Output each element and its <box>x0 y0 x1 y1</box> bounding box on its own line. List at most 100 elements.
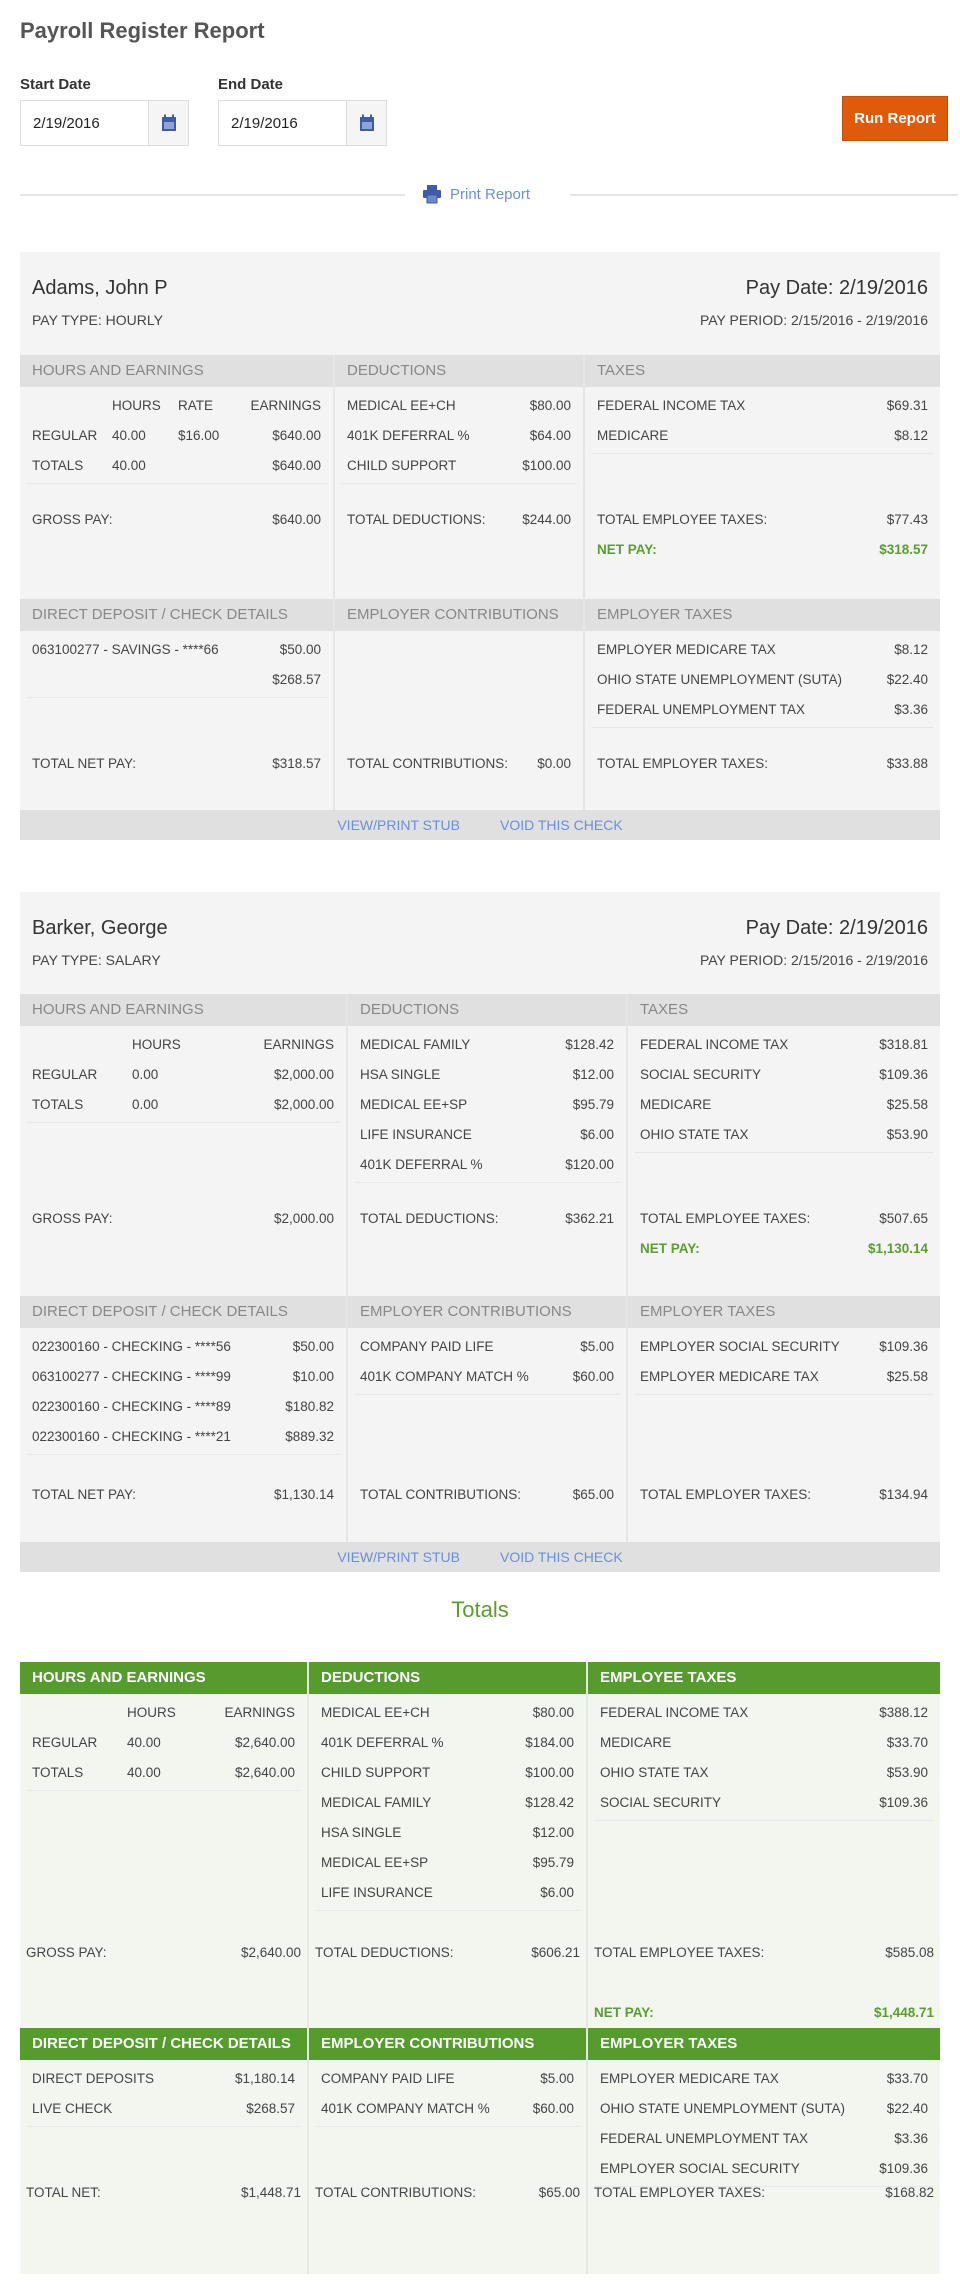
deductions-column: DEDUCTIONS MEDICAL FAMILY $128.42 HSA SING… <box>346 994 626 1296</box>
divider <box>20 194 405 196</box>
item-label: MEDICAL EE+SP <box>360 1097 468 1112</box>
section-header: TAXES <box>585 355 940 387</box>
section-header: DIRECT DEPOSIT / CHECK DETAILS <box>20 1296 346 1328</box>
item-label: 063100277 - SAVINGS - ****66 <box>32 642 219 657</box>
hours-cell: 40.00 <box>112 458 146 473</box>
list-item: FEDERAL INCOME TAX $318.81 <box>634 1030 934 1060</box>
section-header: DIRECT DEPOSIT / CHECK DETAILS <box>20 599 333 631</box>
total-deductions-row: TOTAL DEDUCTIONS: $362.21 <box>360 1211 614 1226</box>
hours-cell: $640.00 <box>272 428 321 443</box>
list-item: LIVE CHECK $268.57 <box>26 2094 301 2124</box>
hours-cell: 0.00 <box>132 1097 159 1112</box>
list-item: 401K COMPANY MATCH % $60.00 <box>354 1362 620 1392</box>
pay-type: PAY TYPE: HOURLY <box>32 312 163 328</box>
hours-cell: TOTALS <box>32 1097 84 1112</box>
section-header: DEDUCTIONS <box>309 1662 586 1694</box>
section-header: DIRECT DEPOSIT / CHECK DETAILS <box>20 2028 307 2060</box>
col-header: HOURS <box>127 1705 176 1720</box>
item-value: $6.00 <box>540 1885 574 1900</box>
total-contributions-row: TOTAL CONTRIBUTIONS: $65.00 <box>360 1487 614 1502</box>
item-label: OHIO STATE UNEMPLOYMENT (SUTA) <box>597 672 843 687</box>
item-value: $128.42 <box>525 1795 574 1810</box>
item-label: MEDICARE <box>600 1735 672 1750</box>
section-header: EMPLOYER CONTRIBUTIONS <box>335 599 583 631</box>
item-label: 022300160 - CHECKING - ****89 <box>32 1399 231 1414</box>
item-label: OHIO STATE TAX <box>600 1765 709 1780</box>
item-label: 401K COMPANY MATCH % <box>321 2101 490 2116</box>
item-value: $180.82 <box>285 1399 334 1414</box>
total-employee-taxes-row: TOTAL EMPLOYEE TAXES: $585.08 <box>594 1945 934 1960</box>
start-date-input[interactable] <box>21 101 148 145</box>
deposits-list: DIRECT DEPOSITS $1,180.14 LIVE CHECK $268.5… <box>26 2060 301 2127</box>
deposits-list: 022300160 - CHECKING - ****56 $50.00 06310… <box>26 1328 340 1455</box>
list-item: SOCIAL SECURITY $109.36 <box>634 1060 934 1090</box>
employer-taxes-list: EMPLOYER MEDICARE TAX $33.70 OHIO STATE UN… <box>594 2060 934 2187</box>
list-item: 401K COMPANY MATCH % $60.00 <box>315 2094 580 2124</box>
list-item: LIFE INSURANCE $6.00 <box>315 1878 580 1908</box>
earnings-section: HOURS AND EARNINGS HOURS RATE EARNINGS R… <box>20 355 940 599</box>
section-header: HOURS AND EARNINGS <box>20 1662 307 1694</box>
item-value: $10.00 <box>292 1369 334 1384</box>
list-item: 022300160 - CHECKING - ****21 $889.32 <box>26 1422 340 1452</box>
void-check-link[interactable]: VOID THIS CHECK <box>500 810 623 840</box>
item-label: MEDICAL EE+CH <box>321 1705 430 1720</box>
item-value: $388.12 <box>879 1705 928 1720</box>
hours-cell: 0.00 <box>132 1067 159 1082</box>
item-value: $318.81 <box>879 1037 928 1052</box>
item-value: $109.36 <box>879 1795 928 1810</box>
item-label: EMPLOYER MEDICARE TAX <box>600 2071 779 2086</box>
deposit-column: DIRECT DEPOSIT / CHECK DETAILS DIRECT DE… <box>20 2028 307 2274</box>
col-header: HOURS <box>112 398 161 413</box>
list-item: FEDERAL UNEMPLOYMENT TAX $3.36 <box>591 695 934 725</box>
hours-cell: $16.00 <box>178 428 220 443</box>
item-label: 401K DEFERRAL % <box>321 1735 444 1750</box>
end-date-input[interactable] <box>219 101 346 145</box>
list-item: $268.57 <box>26 665 327 695</box>
item-value: $268.57 <box>246 2101 295 2116</box>
section-header: HOURS AND EARNINGS <box>20 355 333 387</box>
item-label: LIFE INSURANCE <box>321 1885 433 1900</box>
item-label: COMPANY PAID LIFE <box>360 1339 494 1354</box>
list-item: 063100277 - CHECKING - ****99 $10.00 <box>26 1362 340 1392</box>
list-item: FEDERAL INCOME TAX $388.12 <box>594 1698 934 1728</box>
deductions-column: DEDUCTIONS MEDICAL EE+CH $80.00 401K DEFER… <box>333 355 583 599</box>
run-report-button[interactable]: Run Report <box>842 96 948 141</box>
list-item: OHIO STATE TAX $53.90 <box>634 1120 934 1150</box>
earnings-section: HOURS AND EARNINGS HOURS EARNINGS REGULA… <box>20 994 940 1296</box>
item-value: $889.32 <box>285 1429 334 1444</box>
employee-card: Adams, John P PAY TYPE: HOURLY Pay Date:… <box>20 252 940 840</box>
item-label <box>32 665 272 695</box>
hours-table: HOURS RATE EARNINGS REGULAR 40.00 $16.00… <box>26 387 327 484</box>
item-value: $268.57 <box>272 672 321 687</box>
section-header: HOURS AND EARNINGS <box>20 994 346 1026</box>
list-item: HSA SINGLE $12.00 <box>315 1818 580 1848</box>
contributions-column: EMPLOYER CONTRIBUTIONS TOTAL CONTRIBUTIO… <box>333 599 583 810</box>
list-item: EMPLOYER SOCIAL SECURITY $109.36 <box>634 1332 934 1362</box>
print-report-link[interactable]: Print Report <box>422 184 530 204</box>
item-value: $69.31 <box>886 398 928 413</box>
list-item: EMPLOYER MEDICARE TAX $33.70 <box>594 2064 934 2094</box>
page-title: Payroll Register Report <box>20 18 265 43</box>
list-item: MEDICARE $25.58 <box>634 1090 934 1120</box>
col-header <box>32 391 112 421</box>
view-print-stub-link[interactable]: VIEW/PRINT STUB <box>337 1542 460 1572</box>
end-date-calendar-button[interactable] <box>346 101 386 145</box>
section-header: DEDUCTIONS <box>335 355 583 387</box>
taxes-list: FEDERAL INCOME TAX $388.12 MEDICARE $33.70 O… <box>594 1694 934 1821</box>
void-check-link[interactable]: VOID THIS CHECK <box>500 1542 623 1572</box>
item-label: SOCIAL SECURITY <box>600 1795 722 1810</box>
col-header <box>32 1698 127 1728</box>
item-value: $22.40 <box>886 672 928 687</box>
totals-earnings-section: HOURS AND EARNINGS HOURS EARNINGS REGULA… <box>20 1662 940 2028</box>
hours-cell: 40.00 <box>127 1765 161 1780</box>
start-date-field <box>20 100 189 146</box>
section-header: EMPLOYEE TAXES <box>588 1662 940 1694</box>
item-value: $95.79 <box>572 1097 614 1112</box>
hours-cell: $2,640.00 <box>234 1765 295 1780</box>
view-print-stub-link[interactable]: VIEW/PRINT STUB <box>337 810 460 840</box>
start-date-calendar-button[interactable] <box>148 101 188 145</box>
employee-name: Adams, John P <box>32 277 168 299</box>
employee-name: Barker, George <box>32 917 168 939</box>
item-value: $95.79 <box>532 1855 574 1870</box>
item-label: FEDERAL INCOME TAX <box>600 1705 749 1720</box>
